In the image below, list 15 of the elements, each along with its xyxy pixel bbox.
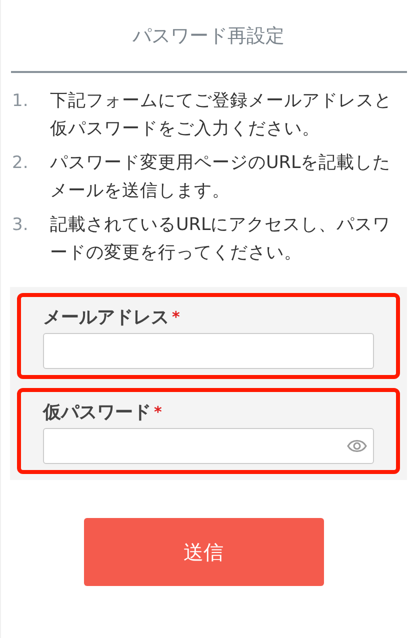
step-text: 記載されているURLにアクセスし、パスワードの変更を行ってください。 xyxy=(50,214,392,265)
required-mark: * xyxy=(154,403,162,421)
page-title: パスワード再設定 xyxy=(132,24,286,49)
step-number: 2. xyxy=(12,152,30,175)
step-number: 3. xyxy=(12,214,30,237)
required-mark: * xyxy=(172,308,180,326)
field-label: 仮パスワード xyxy=(43,401,151,424)
input-field[interactable] xyxy=(43,333,374,369)
step-text: 下記フォームにてご登録メールアドレスと仮パスワードをご入力ください。 xyxy=(50,90,393,141)
step-text: パスワード変更用ページのURLを記載したメールを送信します。 xyxy=(50,152,392,203)
eye-icon[interactable] xyxy=(347,439,367,453)
submit-button[interactable]: 送信 xyxy=(84,518,324,586)
field-label: メールアドレス xyxy=(43,306,169,329)
input-field[interactable] xyxy=(43,428,374,464)
step-number: 1. xyxy=(12,90,30,113)
